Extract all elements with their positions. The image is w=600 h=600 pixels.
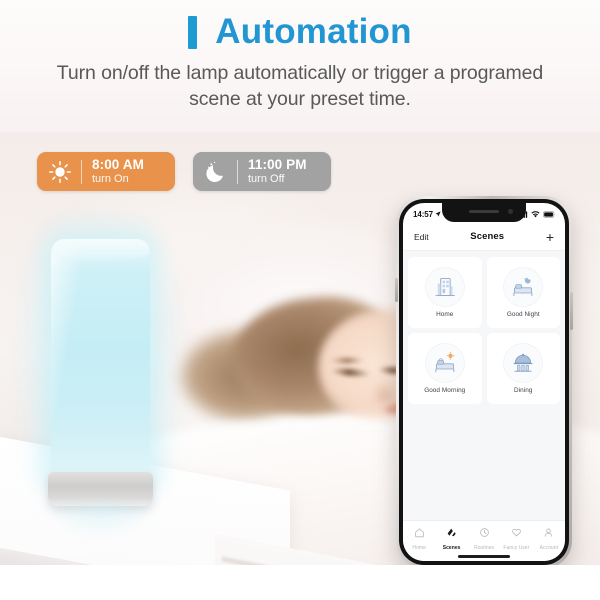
phone-screen: 14:57 Edit Scenes + Home Good Night Good… [403,203,565,561]
bottom-tab-bar: Home Scenes Routines Fancy User Account [403,520,565,561]
tab-routines[interactable]: Routines [468,525,500,551]
scene-card-dining[interactable]: Dining [486,333,560,404]
bed-sun-icon [424,343,465,383]
smart-lamp-body [51,239,150,481]
scene-card-good-morning[interactable]: Good Morning [408,333,482,404]
clock-icon [479,525,490,543]
nose [372,382,398,404]
schedule-time-on: 8:00 AM [92,156,144,172]
page-subtitle: Turn on/off the lamp automatically or tr… [56,62,544,110]
bottom-white-strip [0,565,600,600]
smartphone-mockup: 14:57 Edit Scenes + Home Good Night Good… [395,196,573,568]
scene-card-good-night[interactable]: Good Night [486,257,560,328]
status-bar-time-group: 14:57 [413,210,441,219]
scene-label: Good Morning [424,387,466,394]
sun-icon [47,159,73,185]
home-icon [414,525,425,543]
building-icon [424,267,465,307]
schedule-chip-off[interactable]: 11:00 PM turn Off [193,152,331,191]
scene-card-home[interactable]: Home [408,257,482,328]
tab-label: Fancy User [503,545,530,551]
screen-title: Scenes [470,231,505,242]
schedule-time-off: 11:00 PM [248,156,307,172]
schedule-state-off: turn Off [248,172,285,185]
scenes-icon [446,525,457,543]
bed-moon-icon [503,267,544,307]
wifi-icon [531,205,540,223]
chip-divider [81,159,82,184]
tab-label: Routines [473,545,495,551]
scenes-content: Home Good Night Good Morning Dining [403,251,565,525]
accent-bar-icon [188,16,198,49]
tab-home[interactable]: Home [403,525,435,551]
moon-icon [203,159,229,185]
scene-label: Home [436,311,454,318]
schedule-chip-on[interactable]: 8:00 AM turn On [37,152,175,191]
lamp-reflection [45,503,157,533]
page-title: Automation [215,11,412,51]
chip-text: 11:00 PM turn Off [248,156,307,186]
scene-label: Dining [514,387,533,394]
title-row: Automation [0,13,600,49]
tab-fancy-user[interactable]: Fancy User [500,525,532,551]
home-indicator[interactable] [458,555,510,558]
app-navigation-bar: Edit Scenes + [403,223,565,251]
promo-graphic: Automation Turn on/off the lamp automati… [0,0,600,600]
food-cloche-icon [503,343,544,383]
tab-label: Home [412,545,426,551]
lamp-top-highlight [51,239,150,261]
tab-scenes[interactable]: Scenes [435,525,467,551]
location-arrow-icon [435,210,441,219]
status-bar-indicators [519,205,556,223]
schedule-state-on: turn On [92,172,129,185]
tab-label: Account [539,545,559,551]
scene-label: Good Night [506,311,540,318]
scene-grid: Home Good Night Good Morning Dining [408,257,560,404]
edit-button[interactable]: Edit [414,232,429,242]
tab-label: Scenes [442,545,461,551]
chip-divider [237,159,238,184]
schedule-chip-group: 8:00 AM turn On 11:00 PM turn Off [37,152,331,191]
eyebrow [330,358,364,363]
chip-text: 8:00 AM turn On [92,156,144,186]
battery-icon [542,205,556,223]
cellular-signal-icon [519,205,528,223]
status-bar-time: 14:57 [413,209,433,219]
status-bar: 14:57 [403,203,565,223]
power-button[interactable] [570,292,573,330]
smart-lamp-base [48,472,153,506]
person-icon [543,525,554,543]
add-scene-button[interactable]: + [546,230,554,244]
tab-account[interactable]: Account [533,525,565,551]
header-band: Automation Turn on/off the lamp automati… [0,0,600,132]
volume-button[interactable] [395,278,398,302]
heart-icon [511,525,522,543]
